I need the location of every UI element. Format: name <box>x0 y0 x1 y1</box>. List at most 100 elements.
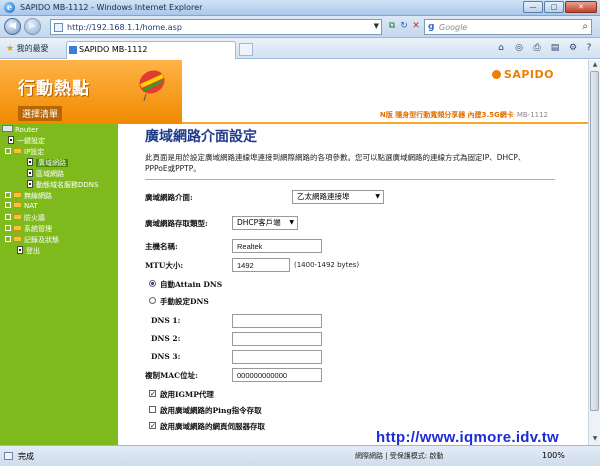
sidebar-item-wan[interactable]: 廣域網路 <box>27 158 68 168</box>
tab-page-icon <box>69 46 77 54</box>
sidebar-item-ddns[interactable]: 動態域名服務DDNS <box>27 180 98 190</box>
sidebar-item-ip-settings[interactable]: IP設定 <box>5 147 44 157</box>
maximize-button[interactable]: □ <box>544 1 564 13</box>
clone-mac-label: 複制MAC位址: <box>145 371 198 380</box>
refresh-icon[interactable]: ↻ <box>398 20 410 32</box>
igmp-proxy-label: 啟用IGMP代理 <box>160 390 214 399</box>
wan-ping-checkbox[interactable] <box>149 406 156 413</box>
header-brand-panel: 行動熱點 選擇清單 <box>0 60 182 124</box>
menu-label: 選擇清單 <box>18 106 63 121</box>
document-icon <box>27 158 33 166</box>
chevron-down-icon: ▼ <box>375 193 380 200</box>
wan-access-type-value: DHCP客戶端 <box>237 218 281 227</box>
folder-icon <box>13 202 22 208</box>
help-icon[interactable]: ? <box>582 41 596 55</box>
minimize-button[interactable]: — <box>523 1 543 13</box>
main-content: 廣域網路介面設定 此頁面是用於設定廣域網路連線埠連接到網際網路的各項參數。您可以… <box>118 124 588 445</box>
sidebar-item-logout[interactable]: 登出 <box>17 246 40 256</box>
tab-active[interactable]: SAPIDO MB-1112 <box>66 41 236 59</box>
sidebar-item-lan[interactable]: 區域網路 <box>27 169 64 179</box>
sidebar-item-nat[interactable]: NAT <box>5 202 38 212</box>
mtu-field[interactable] <box>232 258 290 272</box>
sidebar-item-logs[interactable]: 記錄及狀態 <box>5 235 59 245</box>
sidebar-item-firewall[interactable]: 防火牆 <box>5 213 45 223</box>
dns3-label: DNS 3: <box>151 352 181 361</box>
chevron-down-icon[interactable]: ▼ <box>374 22 379 30</box>
subtitle-text: N版 隨身型行動寬頻分享器 內建3.5G網卡 <box>379 111 514 119</box>
scrollbar-thumb[interactable] <box>590 71 599 411</box>
dns-manual-label: 手動設定DNS <box>160 297 209 306</box>
wan-interface-select[interactable]: 乙太網路連接埠 ▼ <box>292 190 384 204</box>
favorites-button[interactable]: ★ 我的最愛 <box>6 43 49 54</box>
dns2-field[interactable] <box>232 332 322 346</box>
expand-icon[interactable] <box>5 214 11 220</box>
page-description: 此頁面是用於設定廣域網路連線埠連接到網際網路的各項參數。您可以點選廣域網路的連線… <box>145 153 526 173</box>
header-logo-panel: SAPIDO N版 隨身型行動寬頻分享器 內建3.5G網卡 MB-1112 <box>182 60 588 124</box>
compatibility-icon[interactable]: ⧉ <box>386 20 398 32</box>
stop-icon[interactable]: ✕ <box>410 20 422 32</box>
wan-web-server-checkbox[interactable]: ✓ <box>149 422 156 430</box>
page-icon <box>54 23 63 32</box>
search-icon[interactable]: ⌕ <box>582 21 588 32</box>
url-text: http://192.168.1.1/home.asp <box>67 23 182 32</box>
wan-access-type-select[interactable]: DHCP客戶端 ▼ <box>232 216 298 230</box>
brand-title: 行動熱點 <box>18 79 90 99</box>
wan-interface-value: 乙太網路連接埠 <box>297 192 350 201</box>
mtu-label: MTU大小: <box>145 261 184 270</box>
zoom-level[interactable]: 100% <box>542 451 565 460</box>
collapse-icon[interactable] <box>5 148 11 154</box>
feeds-icon[interactable]: ◎ <box>512 41 526 55</box>
close-window-button[interactable]: ✕ <box>565 1 597 13</box>
folder-icon <box>13 192 22 198</box>
document-icon <box>17 246 23 254</box>
sidebar-item-system[interactable]: 系統管理 <box>5 224 52 234</box>
sidebar-item-label: 防火牆 <box>24 214 45 222</box>
url-field[interactable]: http://192.168.1.1/home.asp ▼ <box>50 19 382 35</box>
dns3-field[interactable] <box>232 350 322 364</box>
window-titlebar: e SAPIDO MB-1112 - Windows Internet Expl… <box>0 0 600 16</box>
new-tab-button[interactable] <box>239 43 253 56</box>
sapido-logo: SAPIDO <box>492 68 554 81</box>
scroll-up-icon[interactable]: ▲ <box>591 61 599 69</box>
print-icon[interactable]: ⎙ <box>530 41 544 55</box>
expand-icon[interactable] <box>5 225 11 231</box>
product-subtitle: N版 隨身型行動寬頻分享器 內建3.5G網卡 MB-1112 <box>380 110 548 120</box>
host-name-field[interactable] <box>232 239 322 253</box>
folder-icon <box>13 225 22 231</box>
sidebar-item-label: 記錄及狀態 <box>24 236 59 244</box>
wan-access-type-label: 廣域網路存取類型: <box>145 219 208 228</box>
dns-auto-radio[interactable] <box>149 280 156 287</box>
mtu-hint: (1400-1492 bytes) <box>294 261 360 269</box>
igmp-proxy-checkbox[interactable]: ✓ <box>149 390 156 398</box>
ie-logo-icon: e <box>4 2 15 13</box>
search-input[interactable]: g Google ⌕ <box>424 19 592 35</box>
home-icon[interactable]: ⌂ <box>494 41 508 55</box>
clone-mac-field[interactable] <box>232 368 322 382</box>
status-bar: 完成 網際網路 | 受保護模式: 啟動 100% <box>0 445 600 466</box>
dns-auto-label: 自動Attain DNS <box>160 280 223 289</box>
vertical-scrollbar[interactable]: ▲ ▼ <box>588 60 600 445</box>
divider <box>145 179 555 180</box>
expand-icon[interactable] <box>5 236 11 242</box>
page-menu-icon[interactable]: ▤ <box>548 41 562 55</box>
sidebar-item-wireless[interactable]: 無線網路 <box>5 191 52 201</box>
sidebar-item-label: 動態域名服務DDNS <box>36 181 99 189</box>
dns1-field[interactable] <box>232 314 322 328</box>
page-viewport: 行動熱點 選擇清單 SAPIDO N版 隨身型行動寬頻分享器 內建3.5G網卡 M… <box>0 60 588 445</box>
sidebar-item-quick-setup[interactable]: 一鍵設定 <box>8 136 45 146</box>
folder-open-icon <box>13 148 22 154</box>
sidebar-item-router[interactable]: Router <box>2 125 38 135</box>
expand-icon[interactable] <box>5 202 11 208</box>
security-zone[interactable]: 網際網路 | 受保護模式: 啟動 <box>355 451 443 461</box>
forward-button[interactable]: ▶ <box>24 18 41 35</box>
scroll-down-icon[interactable]: ▼ <box>591 435 599 443</box>
host-name-label: 主機名稱: <box>145 242 178 251</box>
expand-icon[interactable] <box>5 192 11 198</box>
sidebar-item-label: Router <box>15 126 39 134</box>
star-icon: ★ <box>6 44 15 54</box>
tools-menu-icon[interactable]: ⚙ <box>566 41 580 55</box>
address-bar: ◀ ▶ http://192.168.1.1/home.asp ▼ ⧉ ↻ ✕ … <box>0 16 600 38</box>
dns-manual-radio[interactable] <box>149 297 156 304</box>
sidebar-item-label: IP設定 <box>24 148 45 156</box>
back-button[interactable]: ◀ <box>4 18 21 35</box>
